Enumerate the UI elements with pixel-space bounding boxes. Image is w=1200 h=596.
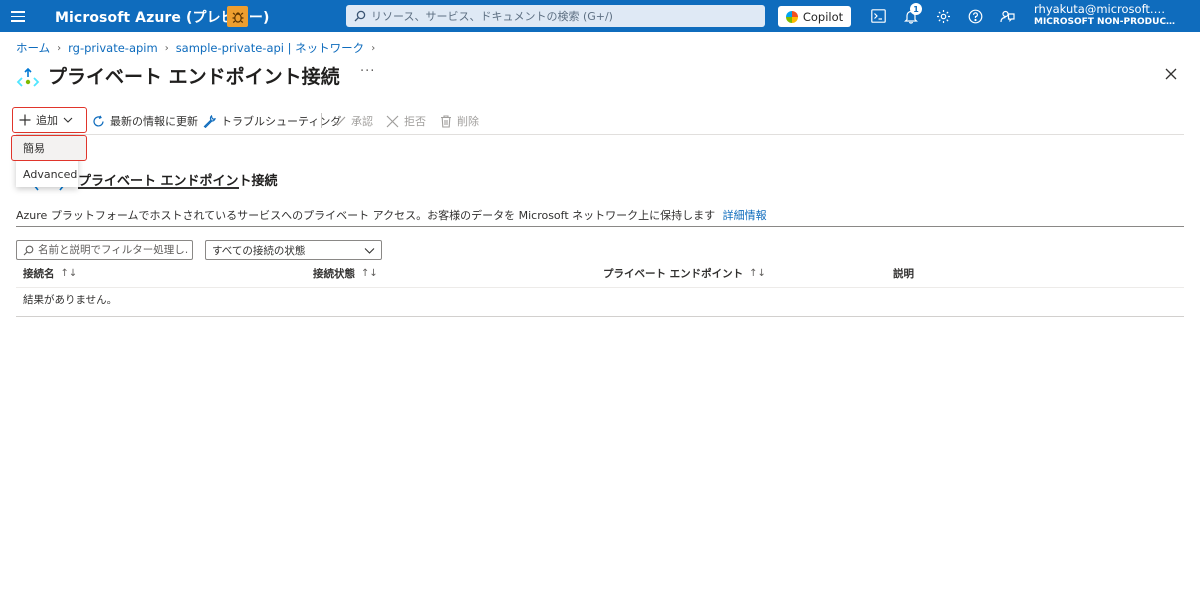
toolbar-divider xyxy=(321,113,322,128)
plus-icon xyxy=(19,114,31,126)
menu-icon[interactable] xyxy=(9,8,27,24)
copilot-icon xyxy=(785,10,798,23)
tab-underline xyxy=(78,187,239,189)
refresh-icon xyxy=(93,115,104,127)
approve-button[interactable]: 承認 xyxy=(333,108,373,134)
breadcrumb-home[interactable]: ホーム xyxy=(16,40,50,56)
column-header-description[interactable]: 説明 xyxy=(893,266,914,281)
more-options-icon[interactable]: ··· xyxy=(360,64,375,79)
column-header-endpoint[interactable]: プライベート エンドポイント ↑↓ xyxy=(603,266,766,281)
user-name: rhyakuta@microsoft.… xyxy=(1034,2,1166,16)
column-header-status[interactable]: 接続状態 ↑↓ xyxy=(313,266,378,281)
breadcrumb: ホーム › rg-private-apim › sample-private-a… xyxy=(16,40,382,56)
page-title: プライベート エンドポイント接続 xyxy=(48,66,340,88)
close-icon[interactable] xyxy=(1163,66,1179,82)
reject-button[interactable]: 拒否 xyxy=(386,108,426,134)
sort-icon: ↑↓ xyxy=(60,268,78,279)
copilot-button[interactable]: Copilot xyxy=(778,6,851,27)
delete-label: 削除 xyxy=(457,115,479,128)
notification-badge: 1 xyxy=(910,3,922,15)
refresh-button[interactable]: 最新の情報に更新 xyxy=(92,108,198,134)
troubleshoot-label: トラブルシューティング xyxy=(221,115,342,128)
column-header-label: プライベート エンドポイント xyxy=(603,268,744,280)
copilot-label: Copilot xyxy=(802,9,844,24)
column-header-label: 接続名 xyxy=(23,268,55,280)
search-input[interactable] xyxy=(371,9,751,23)
sort-icon: ↑↓ xyxy=(361,268,378,279)
command-bar: 追加 最新の情報に更新 トラブルシューティング 承認 拒否 削除 xyxy=(12,107,1184,135)
divider xyxy=(16,226,1184,227)
search-icon xyxy=(354,10,366,22)
name-filter[interactable] xyxy=(16,240,193,260)
approve-label: 承認 xyxy=(351,115,373,128)
description: Azure プラットフォームでホストされているサービスへのプライベート アクセス… xyxy=(16,207,767,223)
global-search[interactable] xyxy=(346,5,765,27)
menu-item-simple[interactable]: 簡易 xyxy=(11,135,87,161)
checkmark-icon xyxy=(333,116,346,126)
column-header-name[interactable]: 接続名 ↑↓ xyxy=(23,266,77,281)
feedback-icon[interactable] xyxy=(999,8,1015,24)
chevron-right-icon: › xyxy=(164,42,169,54)
add-dropdown-menu: 簡易 Advanced xyxy=(11,135,87,187)
column-header-label: 説明 xyxy=(893,268,914,280)
terminal-icon[interactable] xyxy=(870,8,886,24)
close-icon xyxy=(386,115,399,127)
refresh-label: 最新の情報に更新 xyxy=(110,115,198,128)
breadcrumb-api-network[interactable]: sample-private-api | ネットワーク xyxy=(176,40,365,56)
empty-message: 結果がありません。 xyxy=(23,294,118,306)
top-bar: Microsoft Azure (プレビュー) Copilot 1 rhyaku… xyxy=(0,0,1200,32)
name-filter-input[interactable] xyxy=(38,244,188,256)
user-org: MICROSOFT NON-PRODUC… xyxy=(1034,17,1176,27)
header-divider xyxy=(16,287,1184,288)
add-label: 追加 xyxy=(36,114,58,127)
chevron-right-icon: › xyxy=(57,42,62,54)
bug-icon[interactable] xyxy=(227,6,248,27)
wrench-icon xyxy=(203,114,216,128)
delete-button[interactable]: 削除 xyxy=(440,108,479,134)
status-filter-select[interactable]: すべての接続の状態 xyxy=(205,240,382,260)
account-menu[interactable]: rhyakuta@microsoft.… MICROSOFT NON-PRODU… xyxy=(1034,3,1194,28)
table-bottom-divider xyxy=(16,316,1184,317)
add-button[interactable]: 追加 xyxy=(12,107,87,133)
chevron-right-icon: › xyxy=(371,42,376,54)
column-header-label: 接続状態 xyxy=(313,268,355,280)
help-icon[interactable] xyxy=(967,8,983,24)
chevron-down-icon xyxy=(63,117,73,123)
description-text: Azure プラットフォームでホストされているサービスへのプライベート アクセス… xyxy=(16,209,716,222)
chevron-down-icon xyxy=(364,247,375,254)
sort-icon: ↑↓ xyxy=(749,268,766,279)
gear-icon[interactable] xyxy=(935,8,951,24)
search-icon xyxy=(23,245,34,255)
status-filter-value: すべての接続の状態 xyxy=(212,244,306,257)
private-endpoint-icon xyxy=(16,68,40,87)
breadcrumb-resource-group[interactable]: rg-private-apim xyxy=(68,41,158,55)
trash-icon xyxy=(441,114,451,128)
menu-item-advanced[interactable]: Advanced xyxy=(16,161,78,187)
reject-label: 拒否 xyxy=(404,115,426,128)
learn-more-link[interactable]: 詳細情報 xyxy=(723,209,767,222)
